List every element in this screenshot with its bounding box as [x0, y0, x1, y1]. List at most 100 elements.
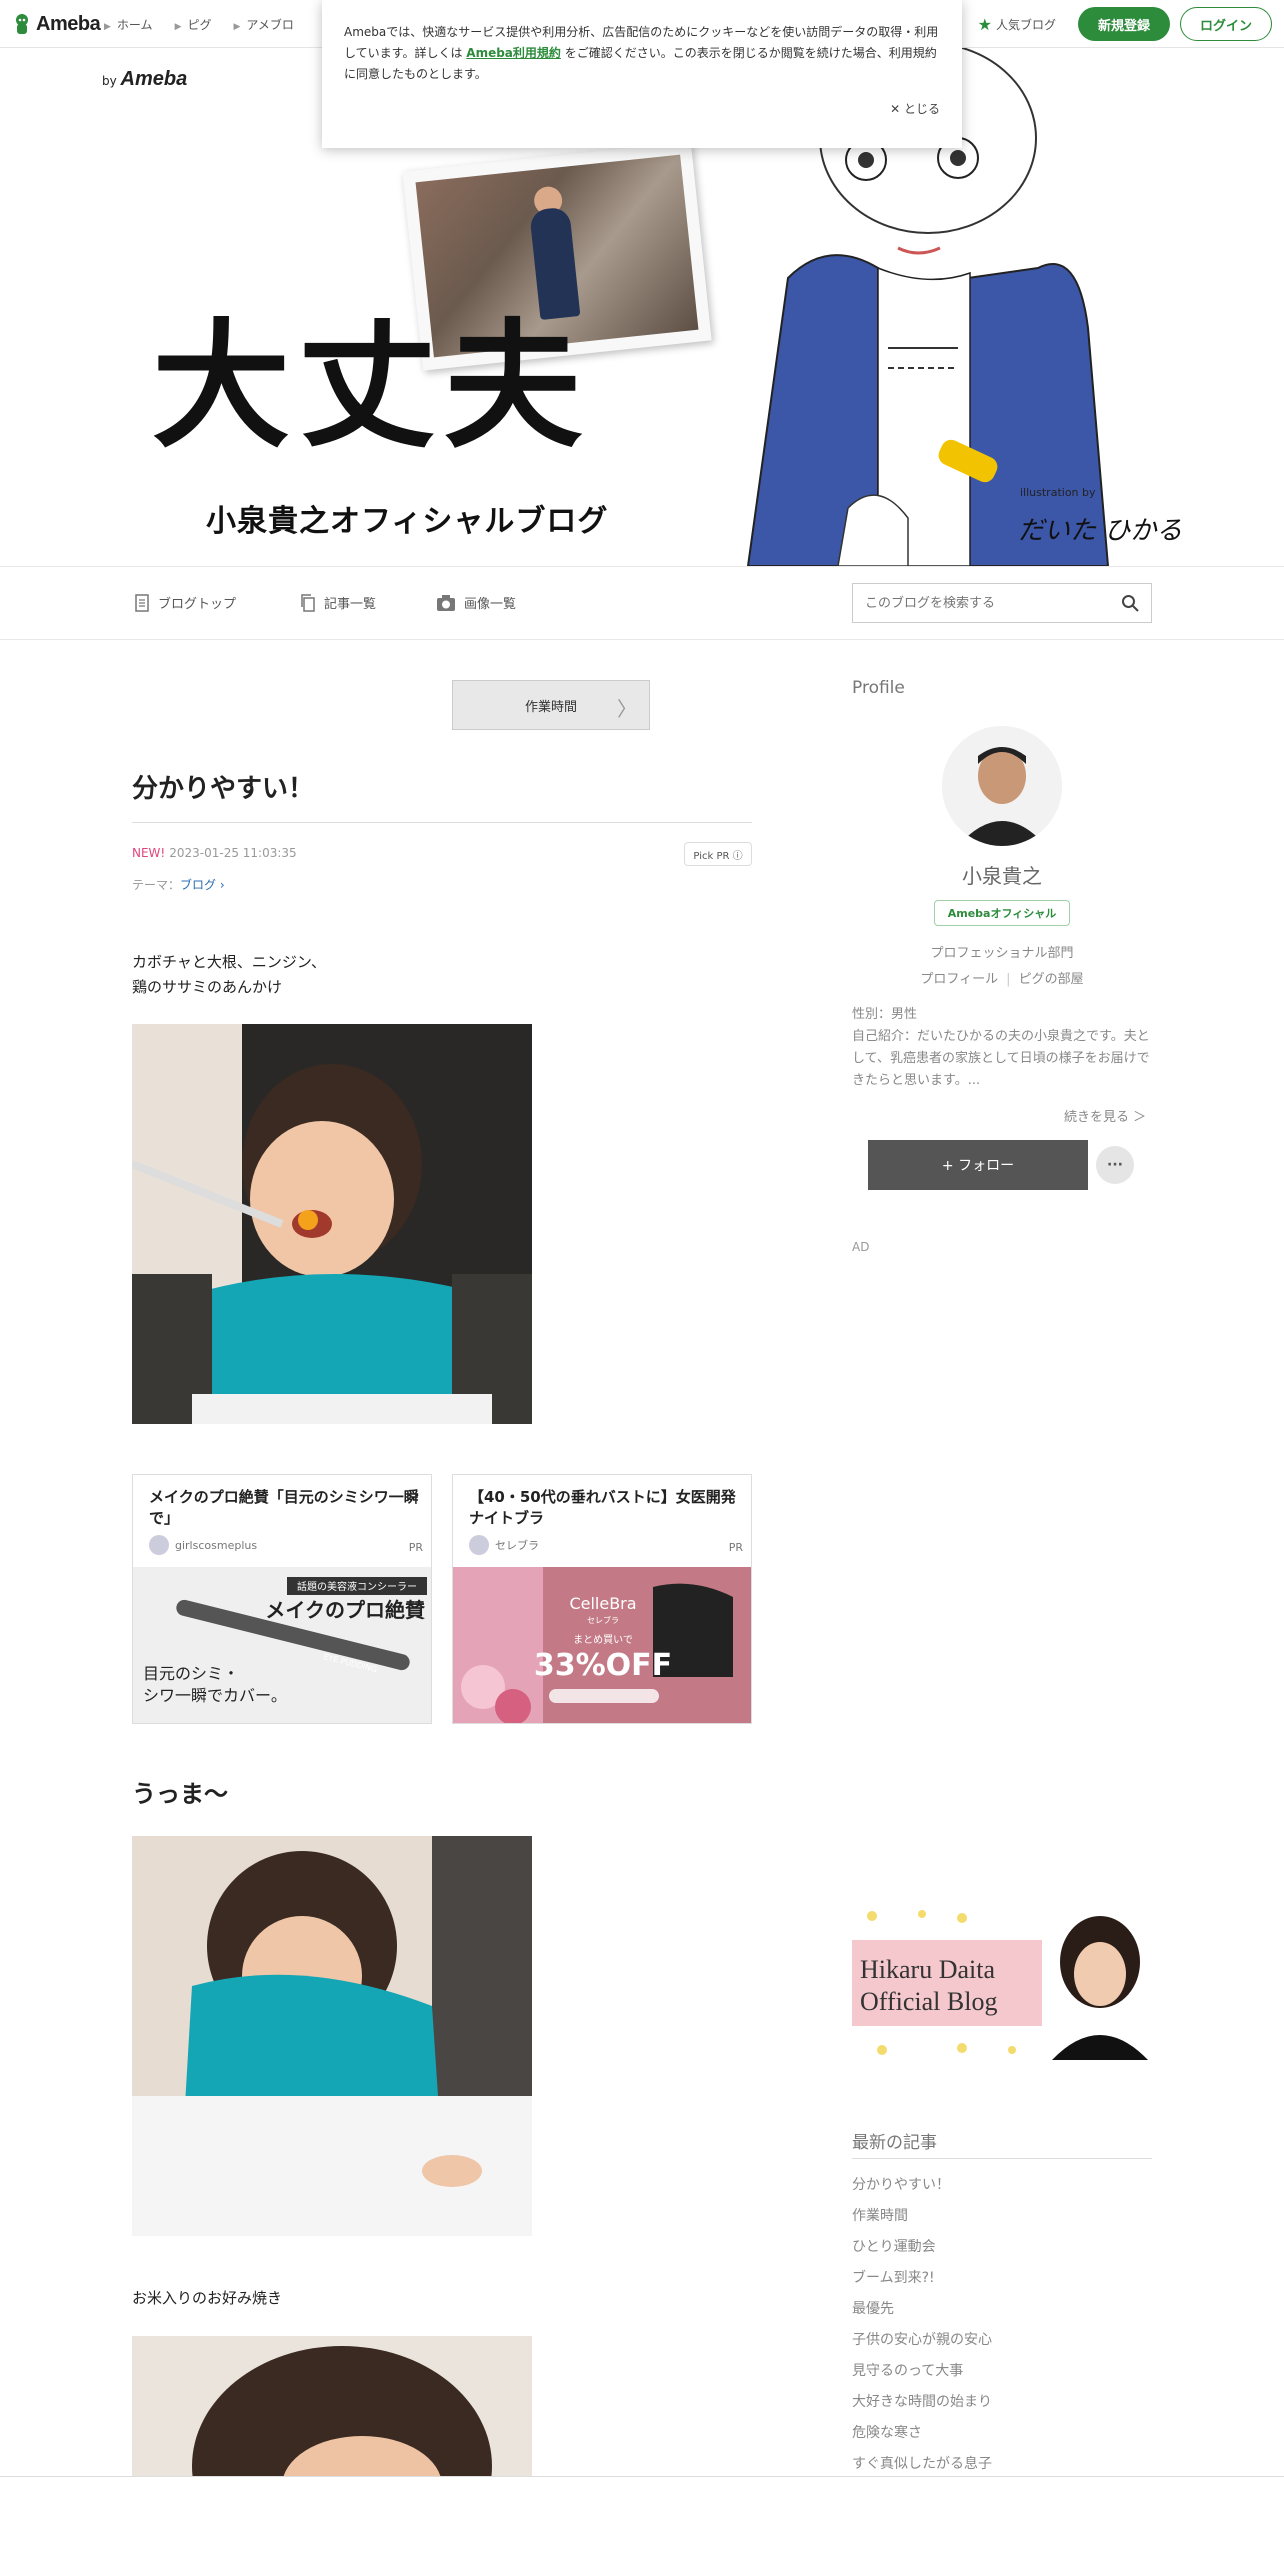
pigg-room-link[interactable]: ピグの部屋 [1019, 972, 1084, 987]
advertiser-avatar [149, 1535, 169, 1555]
ad-label: AD [852, 1240, 870, 1254]
pr-card-1-sub2: シワ一瞬でカバー。 [143, 1686, 287, 1705]
chevron-right-icon: ▶ [104, 22, 111, 32]
nav-blog-top[interactable]: ブログトップ [134, 593, 236, 612]
close-icon: ✕ [890, 102, 901, 116]
chevron-right-icon: ▶ [174, 22, 182, 32]
profile-gender: 性別：男性 [852, 1007, 918, 1022]
pr-card-2[interactable]: 【40・50代の垂れバストに】女医開発ナイトブラ セレブラ PR CelleBr… [452, 1474, 752, 1724]
cookie-close-label: とじる [903, 102, 940, 116]
pr-card-2-brand: CelleBra [569, 1594, 636, 1613]
entry-meta: NEW! 2023-01-25 11:03:35 [132, 846, 297, 860]
pr-card-1-main: メイクのプロ絶賛 [265, 1598, 426, 1622]
copy-icon [301, 593, 315, 612]
hikaru-line-2: Official Blog [860, 1987, 997, 2016]
cookie-close-button[interactable]: ✕ とじる [890, 99, 940, 120]
recent-entry[interactable]: 危険な寒さ [852, 2422, 922, 2442]
read-more-link[interactable]: 続きを見る ＞ [1064, 1106, 1146, 1125]
star-icon: ★ [977, 14, 992, 34]
pr-label: PR [408, 1541, 423, 1554]
header-actions: ★ 人気ブログ 新規登録 ログイン [978, 7, 1272, 41]
entry-paragraph-1: カボチャと大根、ニンジン、 鶏のササミのあんかけ [132, 950, 326, 1000]
terms-link[interactable]: Ameba利用規約 [466, 46, 561, 60]
camera-icon [437, 594, 455, 611]
follow-button[interactable]: + フォロー [868, 1140, 1088, 1190]
baby-photo-2 [132, 1836, 532, 2236]
nav-home[interactable]: ▶ ホーム [104, 16, 153, 33]
pr-label: PR [728, 1541, 743, 1554]
pr-card-1-advertiser-name: girlscosmeplus [175, 1538, 258, 1552]
blog-subtitle: 小泉貴之オフィシャルブログ [206, 504, 609, 539]
recent-entry[interactable]: 分かりやすい！ [852, 2174, 950, 2194]
recent-entry[interactable]: ブーム到来?! [852, 2267, 935, 2287]
division-link[interactable]: プロフェッショナル部門 [852, 942, 1152, 961]
document-icon [135, 593, 149, 612]
blog-nav: ブログトップ 記事一覧 画像一覧 [0, 566, 1284, 640]
pr-card-1-sub1: 目元のシミ・ [143, 1664, 239, 1683]
by-brand: Ameba [120, 68, 188, 90]
cookie-notice: Amebaでは、快適なサービス提供や利用分析、広告配信のためにクッキーなどを使い… [322, 0, 962, 148]
nav-image-list-label: 画像一覧 [464, 597, 517, 612]
by-label: by [102, 74, 117, 88]
baby-photo-3 [132, 2336, 532, 2476]
prev-entry-label: 作業時間 [524, 699, 577, 715]
signup-button[interactable]: 新規登録 [1078, 7, 1170, 41]
new-badge: NEW! [132, 846, 166, 860]
nav-blog-top-label: ブログトップ [158, 597, 237, 612]
search-input[interactable] [853, 584, 1093, 622]
hikaru-line-1: Hikaru Daita [860, 1955, 995, 1984]
baby-eating-photo [132, 1024, 532, 1424]
pick-pr-button[interactable]: Pick PR ⓘ [684, 842, 752, 866]
nav-entry-list[interactable]: 記事一覧 [300, 593, 376, 612]
profile-intro: 自己紹介：だいたひかるの夫の小泉貴之です。夫として、乳癌患者の家族として日頃の様… [852, 1029, 1150, 1088]
login-button[interactable]: ログイン [1180, 7, 1272, 41]
recent-entry[interactable]: ひとり運動会 [852, 2236, 936, 2256]
recent-entry[interactable]: 作業時間 [852, 2205, 908, 2225]
entry-title: 分かりやすい！ [132, 774, 315, 804]
theme-label: テーマ： [132, 878, 181, 892]
entry-theme: テーマ：ブログ › [132, 876, 225, 893]
recent-entry[interactable]: すぐ真似したがる息子 [852, 2453, 992, 2473]
nav-entry-list-label: 記事一覧 [324, 597, 377, 612]
entry-photo-2[interactable] [132, 1836, 532, 2236]
blog-search [852, 583, 1152, 623]
official-badge: Amebaオフィシャル [934, 900, 1070, 926]
entry-photo-1[interactable] [132, 1024, 532, 1424]
pr-card-1-title: メイクのプロ絶賛「目元のシミシワ一瞬で」 [149, 1488, 419, 1527]
recent-divider [852, 2158, 1152, 2159]
pr-card-2-image: CelleBra セレブラ まとめ買いで 33%OFF [453, 1567, 751, 1723]
nav-pigg-label: ピグ [187, 18, 212, 32]
entry-photo-3[interactable] [132, 2336, 532, 2476]
global-nav: ▶ ホーム ▶ ピグ ▶ アメブロ [104, 16, 294, 33]
pr-card-1-advertiser: girlscosmeplus [149, 1535, 257, 1555]
popular-label: 人気ブログ [995, 17, 1056, 32]
entry-heading-2: うっま〜 [132, 1780, 228, 1808]
profile-avatar[interactable] [942, 726, 1062, 846]
more-options-button[interactable]: ··· [1096, 1146, 1134, 1184]
recent-entry[interactable]: 子供の安心が親の安心 [852, 2329, 992, 2349]
search-icon[interactable] [1121, 594, 1139, 612]
prev-entry-button[interactable]: 作業時間 〉 [452, 680, 650, 730]
nav-ameblo-label: アメブロ [246, 18, 294, 32]
title-divider [132, 822, 752, 823]
popular-blogs-link[interactable]: ★ 人気ブログ [978, 15, 1056, 34]
profile-name[interactable]: 小泉貴之 [852, 860, 1152, 889]
chevron-right-icon: ▶ [233, 22, 241, 32]
nav-image-list[interactable]: 画像一覧 [436, 593, 516, 612]
hikaru-blog-banner[interactable]: Hikaru Daita Official Blog [852, 1910, 1152, 2060]
ameba-logo[interactable]: Ameba [12, 12, 101, 36]
recent-entry[interactable]: 大好きな時間の始まり [852, 2391, 992, 2411]
pr-card-1-image: 話題の美容液コンシーラー メイクのプロ絶賛 目元のシミ・ シワ一瞬でカバー。 E… [133, 1567, 431, 1723]
nav-pigg[interactable]: ▶ ピグ [175, 16, 212, 33]
chevron-right-icon: › [216, 878, 225, 892]
pr-card-2-title: 【40・50代の垂れバストに】女医開発ナイトブラ [469, 1488, 736, 1527]
illustrator-signature: だいた ひかる [1018, 516, 1183, 546]
profile-links: プロフィール | ピグの部屋 [920, 972, 1084, 987]
nav-home-label: ホーム [116, 18, 153, 32]
recent-entry[interactable]: 見守るのって大事 [852, 2360, 963, 2380]
profile-link[interactable]: プロフィール [920, 972, 998, 987]
nav-ameblo[interactable]: ▶ アメブロ [234, 16, 294, 33]
recent-entry[interactable]: 最優先 [852, 2298, 894, 2318]
theme-link[interactable]: ブログ [180, 878, 216, 892]
pr-card-1[interactable]: メイクのプロ絶賛「目元のシミシワ一瞬で」 girlscosmeplus PR 話… [132, 1474, 432, 1724]
